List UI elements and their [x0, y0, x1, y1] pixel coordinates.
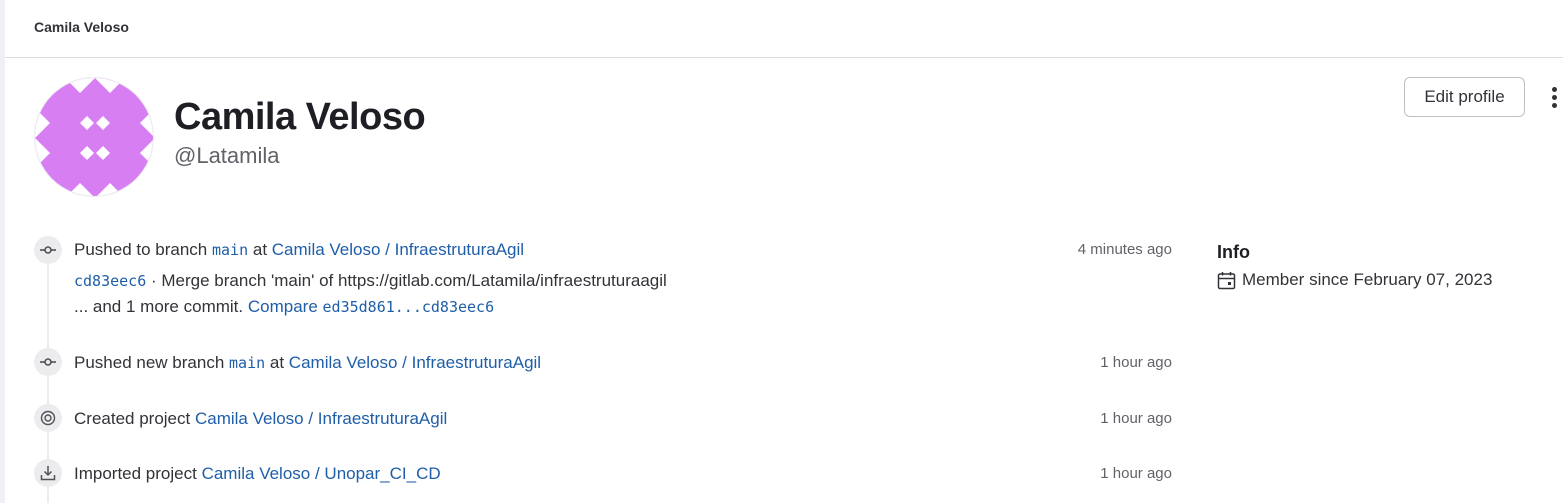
event-time: 1 hour ago — [1100, 354, 1172, 371]
edit-profile-button[interactable]: Edit profile — [1404, 77, 1525, 117]
compare-link[interactable]: Compare ed35d861...cd83eec6 — [248, 297, 494, 316]
sidebar-edge — [0, 0, 5, 503]
event-created-project: Created project Camila Veloso / Infraest… — [74, 409, 447, 429]
project-link[interactable]: Camila Veloso / Unopar_CI_CD — [202, 464, 441, 483]
commit-row: cd83eec6 · Merge branch 'main' of https:… — [74, 271, 667, 291]
compare-row: ... and 1 more commit. Compare ed35d861.… — [74, 297, 494, 317]
import-icon — [34, 459, 62, 487]
more-commits-text: ... and 1 more commit. — [74, 297, 244, 316]
event-time: 1 hour ago — [1100, 410, 1172, 427]
project-link[interactable]: Camila Veloso / InfraestruturaAgil — [289, 353, 541, 372]
member-since-text: Member since February 07, 2023 — [1242, 270, 1493, 289]
compare-range: ed35d861...cd83eec6 — [322, 298, 495, 316]
project-link[interactable]: Camila Veloso / InfraestruturaAgil — [195, 409, 447, 428]
event-action: Pushed to branch — [74, 240, 208, 259]
commit-message: Merge branch 'main' of https://gitlab.co… — [161, 271, 667, 290]
avatar[interactable] — [34, 77, 154, 197]
top-bar: Camila Veloso — [5, 0, 1563, 58]
branch-link[interactable]: main — [229, 354, 265, 372]
event-action: Created project — [74, 409, 191, 428]
event-action: Imported project — [74, 464, 197, 483]
event-time: 4 minutes ago — [1077, 241, 1172, 258]
branch-link[interactable]: main — [212, 241, 248, 259]
profile-name: Camila Veloso — [174, 96, 426, 138]
target-icon — [34, 404, 62, 432]
commit-icon — [34, 236, 62, 264]
event-imported-project: Imported project Camila Veloso / Unopar_… — [74, 464, 441, 484]
project-link[interactable]: Camila Veloso / InfraestruturaAgil — [272, 240, 524, 259]
event-at: at — [252, 240, 268, 259]
member-since: Member since February 07, 2023 — [1217, 270, 1492, 290]
commit-sha-link[interactable]: cd83eec6 — [74, 272, 146, 290]
event-time: 1 hour ago — [1100, 465, 1172, 482]
more-actions-icon[interactable] — [1545, 84, 1563, 112]
event-pushed-branch: Pushed to branch main at Camila Veloso /… — [74, 240, 524, 260]
commit-icon — [34, 348, 62, 376]
breadcrumb-user[interactable]: Camila Veloso — [34, 19, 129, 35]
identicon-icon — [35, 78, 153, 196]
compare-label: Compare — [247, 297, 318, 316]
profile-username: @Latamila — [174, 143, 280, 168]
info-heading: Info — [1217, 242, 1250, 262]
event-pushed-new-branch: Pushed new branch main at Camila Veloso … — [74, 353, 541, 373]
event-action: Pushed new branch — [74, 353, 225, 372]
commit-separator: · — [150, 271, 157, 290]
event-at: at — [269, 353, 285, 372]
calendar-icon — [1217, 271, 1236, 289]
